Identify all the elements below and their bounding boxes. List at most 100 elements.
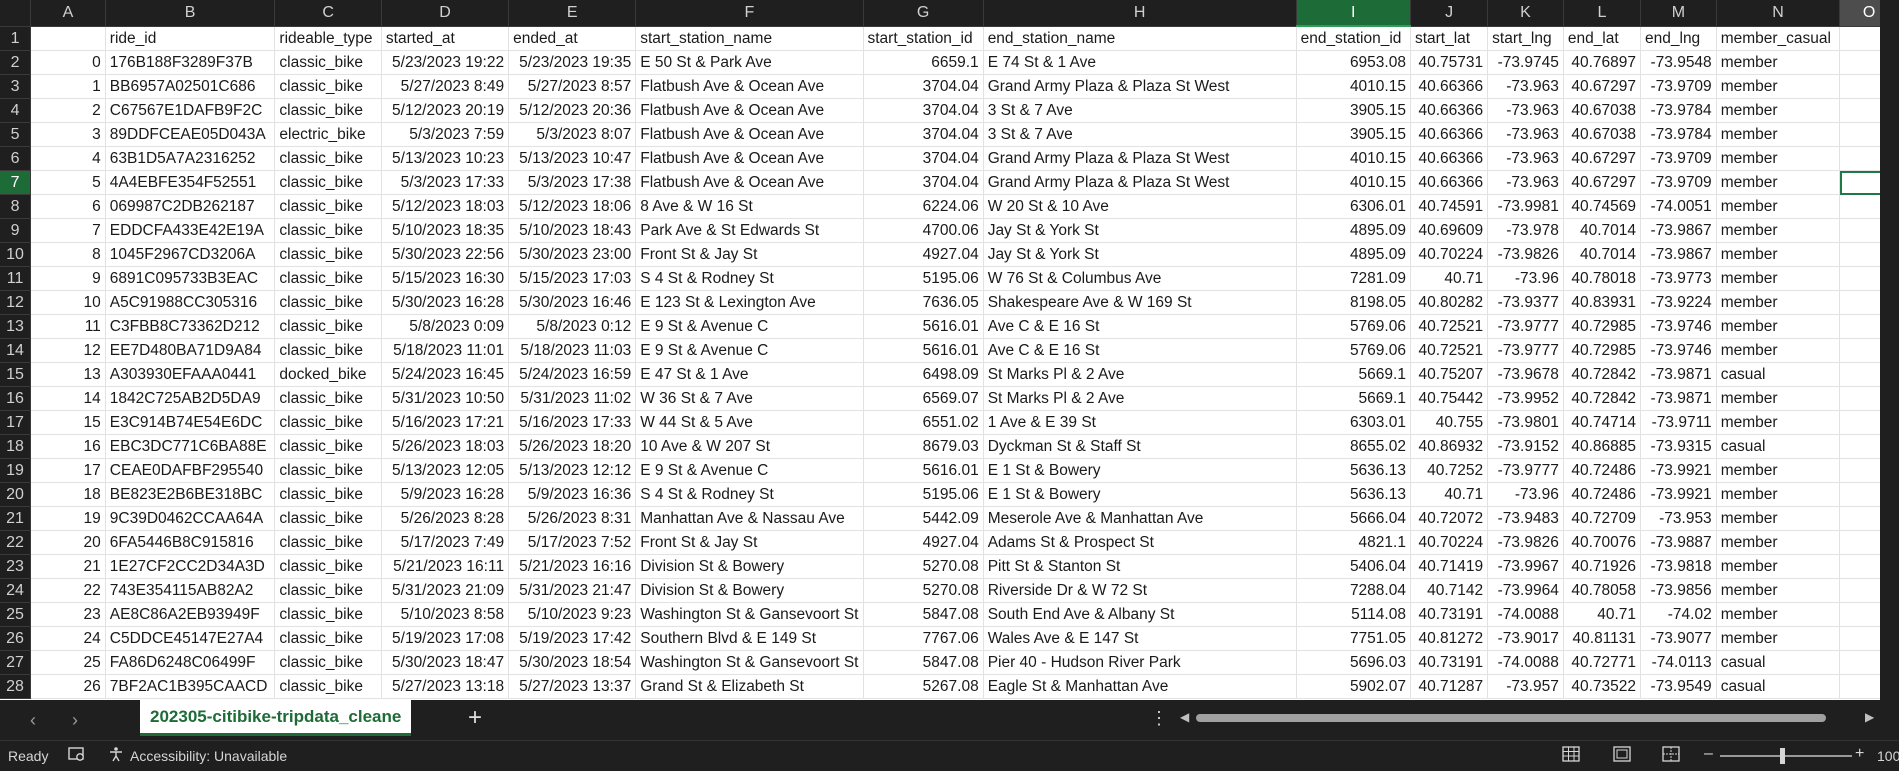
cell-a[interactable]: 0 bbox=[30, 50, 106, 75]
cell-n[interactable]: member bbox=[1716, 242, 1841, 267]
cell-f[interactable]: Division St & Bowery bbox=[635, 554, 864, 579]
cell-k[interactable]: -73.9777 bbox=[1487, 458, 1564, 483]
column-header-n[interactable]: N bbox=[1716, 0, 1841, 27]
cell-k[interactable]: -73.9678 bbox=[1487, 362, 1564, 387]
cell-n[interactable]: member bbox=[1716, 50, 1841, 75]
cell-j[interactable]: 40.69609 bbox=[1410, 218, 1489, 243]
cell-e[interactable]: 5/26/2023 8:31 bbox=[508, 506, 637, 531]
cell-g[interactable]: 3704.04 bbox=[863, 170, 984, 195]
table-row[interactable]: 4 2 C67567E1DAFB9F2C classic_bike 5/12/2023 … bbox=[0, 98, 1899, 123]
cell-d[interactable]: 5/31/2023 10:50 bbox=[381, 386, 510, 411]
cell-n[interactable]: member bbox=[1716, 218, 1841, 243]
column-header-g[interactable]: G bbox=[863, 0, 984, 27]
cell-m[interactable]: -73.9887 bbox=[1640, 530, 1717, 555]
cell-k[interactable]: -73.963 bbox=[1487, 146, 1564, 171]
table-row[interactable]: 18 16 EBC3DC771C6BA88E classic_bike 5/26/202… bbox=[0, 434, 1899, 459]
cell-j[interactable]: 40.71 bbox=[1410, 482, 1489, 507]
cell-c[interactable]: docked_bike bbox=[274, 362, 382, 387]
cell-k[interactable]: -73.9826 bbox=[1487, 242, 1564, 267]
cell-e[interactable]: 5/16/2023 17:33 bbox=[508, 410, 637, 435]
zoom-slider[interactable] bbox=[1720, 755, 1852, 757]
cell-m[interactable]: -73.9871 bbox=[1640, 386, 1717, 411]
table-row[interactable]: 16 14 1842C725AB2D5DA9 classic_bike 5/31/202… bbox=[0, 386, 1899, 411]
table-row[interactable]: 17 15 E3C914B74E54E6DC classic_bike 5/16/202… bbox=[0, 410, 1899, 435]
cell-i[interactable]: 5696.03 bbox=[1296, 650, 1411, 675]
cell-i[interactable]: 7288.04 bbox=[1296, 578, 1411, 603]
cell-h[interactable]: Jay St & York St bbox=[983, 242, 1297, 267]
cell-m[interactable]: -73.9784 bbox=[1640, 98, 1717, 123]
page-layout-view-icon[interactable] bbox=[1613, 746, 1633, 764]
cell-n[interactable]: casual bbox=[1716, 650, 1841, 675]
cell-j[interactable]: 40.72072 bbox=[1410, 506, 1489, 531]
select-all-corner[interactable] bbox=[0, 0, 32, 27]
cell-e[interactable]: 5/3/2023 17:38 bbox=[508, 170, 637, 195]
cell-k[interactable]: -73.9377 bbox=[1487, 290, 1564, 315]
cell-n[interactable]: member bbox=[1716, 194, 1841, 219]
cell-a[interactable]: 6 bbox=[30, 194, 106, 219]
cell-l[interactable]: 40.72486 bbox=[1563, 482, 1642, 507]
column-name-cell[interactable]: start_station_name bbox=[635, 26, 864, 51]
cell-b[interactable]: AE8C86A2EB93949F bbox=[105, 602, 276, 627]
cell-i[interactable]: 4010.15 bbox=[1296, 74, 1411, 99]
cell-j[interactable]: 40.66366 bbox=[1410, 146, 1489, 171]
cell-l[interactable]: 40.67038 bbox=[1563, 122, 1642, 147]
cell-l[interactable]: 40.67297 bbox=[1563, 170, 1642, 195]
cell-m[interactable]: -73.9746 bbox=[1640, 314, 1717, 339]
cell-f[interactable]: E 123 St & Lexington Ave bbox=[635, 290, 864, 315]
cell-a[interactable]: 23 bbox=[30, 602, 106, 627]
cell-b[interactable]: A303930EFAAA0441 bbox=[105, 362, 276, 387]
cell-h[interactable]: W 76 St & Columbus Ave bbox=[983, 266, 1297, 291]
horizontal-scrollbar[interactable]: ◀ ▶ bbox=[1180, 710, 1880, 726]
cell-e[interactable]: 5/19/2023 17:42 bbox=[508, 626, 637, 651]
cell-g[interactable]: 5267.08 bbox=[863, 674, 984, 699]
cell-i[interactable]: 5114.08 bbox=[1296, 602, 1411, 627]
cell-b[interactable]: 176B188F3289F37B bbox=[105, 50, 276, 75]
cell-m[interactable]: -73.9711 bbox=[1640, 410, 1717, 435]
cell-i[interactable]: 4010.15 bbox=[1296, 146, 1411, 171]
cell-l[interactable]: 40.67297 bbox=[1563, 74, 1642, 99]
cell-m[interactable]: -73.953 bbox=[1640, 506, 1717, 531]
cell-c[interactable]: classic_bike bbox=[274, 410, 382, 435]
cell-n[interactable]: member bbox=[1716, 314, 1841, 339]
row-header[interactable]: 25 bbox=[0, 602, 32, 627]
cell-m[interactable]: -73.9315 bbox=[1640, 434, 1717, 459]
cell-k[interactable]: -73.9777 bbox=[1487, 338, 1564, 363]
cell-d[interactable]: 5/30/2023 22:56 bbox=[381, 242, 510, 267]
cell-e[interactable]: 5/12/2023 18:06 bbox=[508, 194, 637, 219]
cell-b[interactable]: 743E354115AB82A2 bbox=[105, 578, 276, 603]
scroll-left-icon[interactable]: ◀ bbox=[1180, 710, 1189, 724]
cell-d[interactable]: 5/19/2023 17:08 bbox=[381, 626, 510, 651]
cell-g[interactable]: 5616.01 bbox=[863, 458, 984, 483]
cell-i[interactable]: 4010.15 bbox=[1296, 170, 1411, 195]
cell-a[interactable]: 2 bbox=[30, 98, 106, 123]
cell-h[interactable]: 3 St & 7 Ave bbox=[983, 98, 1297, 123]
cell-h[interactable]: Pitt St & Stanton St bbox=[983, 554, 1297, 579]
cell-h[interactable]: Grand Army Plaza & Plaza St West bbox=[983, 74, 1297, 99]
cell-d[interactable]: 5/10/2023 18:35 bbox=[381, 218, 510, 243]
cell-b[interactable]: 1842C725AB2D5DA9 bbox=[105, 386, 276, 411]
cell-d[interactable]: 5/23/2023 19:22 bbox=[381, 50, 510, 75]
cell-j[interactable]: 40.71 bbox=[1410, 266, 1489, 291]
cell-g[interactable]: 6569.07 bbox=[863, 386, 984, 411]
cell-a[interactable]: 4 bbox=[30, 146, 106, 171]
cell-c[interactable]: classic_bike bbox=[274, 530, 382, 555]
table-row[interactable]: 2 0 176B188F3289F37B classic_bike 5/23/2023 … bbox=[0, 50, 1899, 75]
cell-g[interactable]: 3704.04 bbox=[863, 98, 984, 123]
table-row[interactable]: 23 21 1E27CF2CC2D34A3D classic_bike 5/21/202… bbox=[0, 554, 1899, 579]
column-header-m[interactable]: M bbox=[1640, 0, 1717, 27]
cell-n[interactable]: member bbox=[1716, 458, 1841, 483]
cell-f[interactable]: W 44 St & 5 Ave bbox=[635, 410, 864, 435]
cell-j[interactable]: 40.66366 bbox=[1410, 170, 1489, 195]
cell-c[interactable]: classic_bike bbox=[274, 434, 382, 459]
cell-n[interactable]: member bbox=[1716, 266, 1841, 291]
cell-m[interactable]: -73.9549 bbox=[1640, 674, 1717, 699]
cell-m[interactable]: -73.9818 bbox=[1640, 554, 1717, 579]
cell-a[interactable]: 9 bbox=[30, 266, 106, 291]
cell-m[interactable]: -73.9709 bbox=[1640, 146, 1717, 171]
cell-d[interactable]: 5/16/2023 17:21 bbox=[381, 410, 510, 435]
cell-c[interactable]: classic_bike bbox=[274, 554, 382, 579]
table-row[interactable]: 5 3 89DDFCEAE05D043A electric_bike 5/3/2023 … bbox=[0, 122, 1899, 147]
column-header-l[interactable]: L bbox=[1563, 0, 1642, 27]
cell-g[interactable]: 6224.06 bbox=[863, 194, 984, 219]
cell-k[interactable]: -73.957 bbox=[1487, 674, 1564, 699]
